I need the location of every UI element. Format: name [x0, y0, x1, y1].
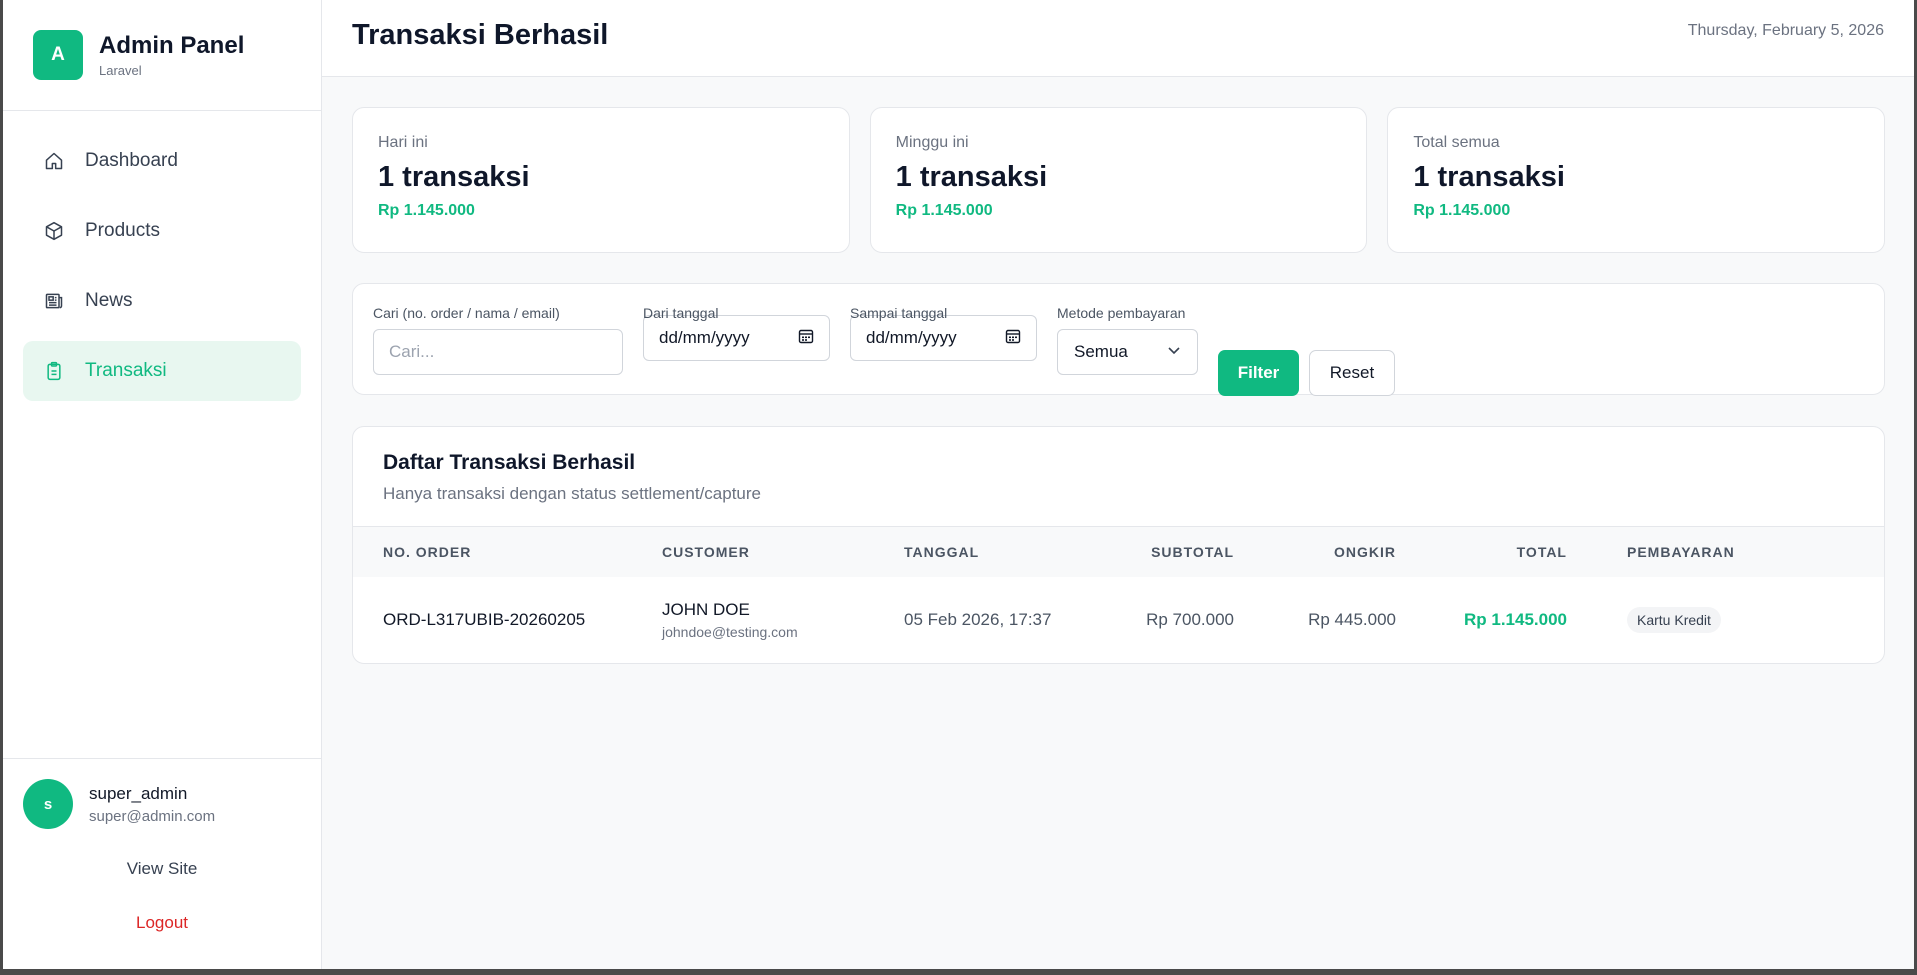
- to-date-input[interactable]: dd/mm/yyyy: [850, 315, 1037, 361]
- chevron-down-icon: [1167, 342, 1181, 362]
- stat-amount: Rp 1.145.000: [378, 202, 475, 219]
- payment-method-value: Semua: [1074, 342, 1128, 361]
- avatar: s: [23, 779, 73, 829]
- transactions-table-card: Daftar Transaksi Berhasil Hanya transaks…: [352, 426, 1885, 664]
- stat-label: Total semua: [1413, 134, 1500, 151]
- table-row[interactable]: ORD-L317UBIB-20260205 JOHN DOE johndoe@t…: [353, 577, 1884, 663]
- stat-amount: Rp 1.145.000: [1413, 202, 1511, 219]
- brand: A Admin Panel Laravel: [3, 0, 321, 111]
- stats-row: Hari ini 1 transaksi Rp 1.145.000 Minggu…: [352, 107, 1886, 253]
- shipping-value: Rp 445.000: [1308, 610, 1396, 629]
- column-header-total: TOTAL: [1516, 544, 1567, 560]
- transactions-table: NO. ORDER CUSTOMER TANGGAL SUBTOTAL ONGK…: [353, 527, 1884, 663]
- payment-badge: Kartu Kredit: [1627, 607, 1721, 633]
- column-header-payment: PEMBAYARAN: [1627, 544, 1735, 560]
- payment-method-label: Metode pembayaran: [1057, 305, 1186, 321]
- page-title: Transaksi Berhasil: [352, 18, 609, 51]
- brand-logo: A: [33, 30, 83, 80]
- home-icon: [43, 150, 65, 172]
- brand-subtitle: Laravel: [99, 63, 142, 78]
- stat-card-total: Total semua 1 transaksi Rp 1.145.000: [1387, 107, 1886, 253]
- stat-amount: Rp 1.145.000: [895, 202, 993, 219]
- calendar-icon[interactable]: [1005, 328, 1021, 349]
- column-header-customer: CUSTOMER: [662, 544, 750, 560]
- total-value: Rp 1.145.000: [1463, 610, 1567, 629]
- order-number: ORD-L317UBIB-20260205: [383, 610, 586, 629]
- app-window: A Admin Panel Laravel Dashboard Products: [3, 0, 1914, 969]
- from-date-input[interactable]: dd/mm/yyyy: [643, 315, 830, 361]
- column-header-order: NO. ORDER: [383, 544, 472, 560]
- from-date-value: dd/mm/yyyy: [659, 328, 750, 347]
- view-site-link[interactable]: View Site: [3, 859, 321, 879]
- stat-label: Minggu ini: [895, 134, 969, 151]
- stat-card-week: Minggu ini 1 transaksi Rp 1.145.000: [869, 107, 1368, 253]
- brand-title: Admin Panel: [99, 32, 245, 59]
- stat-value: 1 transaksi: [895, 161, 1048, 193]
- subtotal-value: Rp 700.000: [1146, 610, 1234, 629]
- to-date-value: dd/mm/yyyy: [866, 328, 957, 347]
- stat-value: 1 transaksi: [378, 161, 530, 193]
- user-profile: s super_admin super@admin.com: [3, 759, 321, 829]
- clipboard-icon: [43, 360, 65, 382]
- customer-cell: JOHN DOE johndoe@testing.com: [662, 577, 904, 663]
- sidebar-item-label: Transaksi: [85, 360, 167, 381]
- customer-name: JOHN DOE: [662, 600, 750, 619]
- sidebar-item-products[interactable]: Products: [23, 201, 301, 261]
- sidebar-nav: Dashboard Products News Transaksi: [3, 111, 321, 401]
- current-date: Thursday, February 5, 2026: [1687, 22, 1884, 39]
- sidebar-item-label: News: [85, 290, 133, 311]
- newspaper-icon: [43, 290, 65, 312]
- user-email: super@admin.com: [89, 807, 216, 825]
- column-header-date: TANGGAL: [904, 544, 980, 560]
- stat-label: Hari ini: [378, 134, 428, 151]
- transaction-date: 05 Feb 2026, 17:37: [904, 610, 1052, 629]
- sidebar-item-dashboard[interactable]: Dashboard: [23, 131, 301, 191]
- stat-value: 1 transaksi: [1413, 161, 1565, 193]
- filter-button[interactable]: Filter: [1218, 350, 1299, 396]
- main-content: Transaksi Berhasil Thursday, February 5,…: [322, 0, 1914, 969]
- search-label: Cari (no. order / nama / email): [373, 305, 560, 321]
- box-icon: [43, 220, 65, 242]
- table-header-row: NO. ORDER CUSTOMER TANGGAL SUBTOTAL ONGK…: [353, 527, 1884, 577]
- sidebar-footer: s super_admin super@admin.com View Site …: [3, 758, 321, 969]
- customer-email: johndoe@testing.com: [662, 624, 798, 640]
- sidebar-item-news[interactable]: News: [23, 271, 301, 331]
- search-input[interactable]: Cari...: [373, 329, 623, 375]
- table-subtitle: Hanya transaksi dengan status settlement…: [383, 484, 761, 503]
- table-title: Daftar Transaksi Berhasil: [383, 451, 636, 474]
- sidebar-item-label: Dashboard: [85, 150, 178, 171]
- topbar: Transaksi Berhasil Thursday, February 5,…: [322, 0, 1914, 77]
- payment-cell: Kartu Kredit: [1567, 577, 1884, 663]
- sidebar-item-label: Products: [85, 220, 160, 241]
- reset-button[interactable]: Reset: [1309, 350, 1395, 396]
- logout-link[interactable]: Logout: [3, 913, 321, 933]
- calendar-icon[interactable]: [798, 328, 814, 349]
- column-header-shipping: ONGKIR: [1334, 544, 1396, 560]
- column-header-subtotal: SUBTOTAL: [1151, 544, 1234, 560]
- stat-card-today: Hari ini 1 transaksi Rp 1.145.000: [352, 107, 850, 253]
- sidebar-item-transaksi[interactable]: Transaksi: [23, 341, 301, 401]
- payment-method-select[interactable]: Semua: [1057, 329, 1198, 375]
- filter-bar: Cari (no. order / nama / email) Cari... …: [352, 283, 1885, 396]
- user-name: super_admin: [89, 783, 188, 803]
- sidebar: A Admin Panel Laravel Dashboard Products: [3, 0, 322, 969]
